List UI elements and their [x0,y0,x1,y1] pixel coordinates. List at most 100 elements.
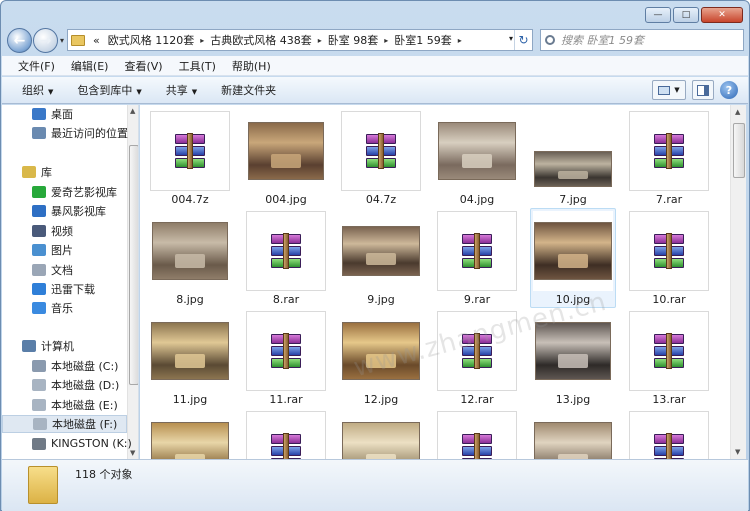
back-button[interactable]: ← [7,28,32,53]
image-file-item[interactable]: 7.jpg [532,111,614,209]
file-thumbnail [629,111,709,191]
new-folder-button[interactable]: 新建文件夹 [221,82,276,98]
breadcrumb-overflow[interactable]: « [89,34,104,47]
forward-button[interactable]: → [33,28,58,53]
sidebar-header-computer[interactable]: 计算机 [2,337,127,355]
desktop-icon [32,108,46,120]
sidebar-item-library[interactable]: 文档 [2,261,127,279]
navigation-pane: ▲ ▼ 桌面最近访问的位置库爱奇艺影视库 暴风影视库视频 图片文档迅雷下载 音乐计算机… [2,105,139,459]
sidebar-item-library[interactable]: 音乐 [2,299,127,317]
breadcrumb-item[interactable]: 古典欧式风格 438套 [206,32,316,48]
scroll-down-icon[interactable]: ▼ [735,448,740,456]
archive-file-item[interactable]: 9.rar [436,211,518,309]
archive-file-item[interactable] [436,411,518,459]
file-name: 004.jpg [265,193,307,206]
file-name: 9.rar [463,293,491,306]
sidebar-header-libraries[interactable]: 库 [2,163,127,181]
sidebar-item-library[interactable]: 视频 [2,222,127,240]
archive-file-item[interactable]: 11.rar [245,311,327,409]
menu-item[interactable]: 编辑(E) [71,58,109,74]
forward-arrow-icon: → [39,32,52,49]
navigation-scrollbar[interactable]: ▲ ▼ [127,105,138,459]
sidebar-item-library[interactable]: 迅雷下载 [2,280,127,298]
include-in-library-button[interactable]: 包含到库中 ▼ [77,82,141,98]
nav-item-label: 桌面 [51,108,73,121]
file-name: 7.jpg [559,193,587,206]
share-button[interactable]: 共享 ▼ [166,82,197,98]
archive-file-item[interactable]: 004.7z [149,111,231,209]
minimize-button[interactable]: — [645,7,671,23]
thunder-icon [32,283,46,295]
folder-icon [28,466,58,504]
scrollbar-thumb[interactable] [733,123,745,178]
image-file-item[interactable] [149,411,231,459]
music-icon [32,302,46,315]
breadcrumb-separator-icon[interactable]: ▸ [316,36,324,45]
menu-item[interactable]: 工具(T) [179,58,216,74]
breadcrumb-separator-icon[interactable]: ▸ [198,36,206,45]
nav-item-label: 文档 [51,263,73,277]
refresh-button[interactable]: ↻ [514,30,532,50]
scroll-down-icon[interactable]: ▼ [130,449,135,457]
organize-button[interactable]: 组织 ▼ [22,82,53,98]
search-input[interactable]: 搜索 卧室1 59套 [561,32,644,48]
help-button[interactable]: ? [720,81,738,99]
archive-file-item[interactable] [245,411,327,459]
file-thumbnail [341,111,421,191]
recent-pages-dropdown[interactable]: ▾ [60,36,64,45]
archive-file-item[interactable] [628,411,710,459]
address-dropdown-icon[interactable]: ▾ [509,34,513,43]
bed-shape [557,253,589,268]
drive-icon [32,398,46,411]
sidebar-item-drive[interactable]: KINGSTON (K:) [2,435,132,453]
archive-file-item[interactable]: 7.rar [628,111,710,209]
menu-item[interactable]: 查看(V) [124,58,162,74]
search-box[interactable]: 搜索 卧室1 59套 [540,29,744,51]
image-file-item[interactable]: 11.jpg [149,311,231,409]
file-name: 10.jpg [555,293,591,306]
menu-item[interactable]: 帮助(H) [232,58,271,74]
breadcrumb-item[interactable]: 欧式风格 1120套 [104,32,199,48]
address-bar[interactable]: « 欧式风格 1120套 ▸ 古典欧式风格 438套 ▸ 卧室 98套 ▸ 卧室1 59套 ▸… [67,29,533,51]
image-file-item[interactable]: 04.jpg [436,111,518,209]
close-button[interactable]: ✕ [701,7,743,23]
scroll-up-icon[interactable]: ▲ [735,108,740,116]
image-file-item[interactable]: 004.jpg [245,111,327,209]
image-file-item[interactable]: 12.jpg [340,311,422,409]
image-file-item[interactable]: 8.jpg [149,211,231,309]
menu-item[interactable]: 文件(F) [18,58,55,74]
sidebar-item-drive[interactable]: 本地磁盘 (F:) [2,415,127,434]
sidebar-item-drive[interactable]: 本地磁盘 (D:) [2,376,127,394]
breadcrumb-separator-icon[interactable]: ▸ [382,36,390,45]
nav-item-label: KINGSTON (K:) [51,437,132,451]
archive-file-item[interactable]: 13.rar [628,311,710,409]
scroll-up-icon[interactable]: ▲ [130,107,135,115]
sidebar-item-library[interactable]: 爱奇艺影视库 [2,183,127,201]
image-file-item[interactable]: 9.jpg [340,211,422,309]
item-count: 118 个对象 [75,468,133,481]
archive-file-item[interactable]: 8.rar [245,211,327,309]
image-file-item[interactable] [340,411,422,459]
scrollbar-thumb[interactable] [129,145,138,385]
image-file-item[interactable]: 13.jpg [532,311,614,409]
sidebar-item-favorite[interactable]: 桌面 [2,105,127,123]
preview-pane-button[interactable] [692,80,714,100]
breadcrumb-item[interactable]: 卧室 98套 [324,32,383,48]
archive-file-item[interactable]: 10.rar [628,211,710,309]
sidebar-item-drive[interactable]: 本地磁盘 (C:) [2,357,127,375]
sidebar-item-library[interactable]: 暴风影视库 [2,202,127,220]
maximize-button[interactable]: □ [673,7,699,23]
sidebar-item-drive[interactable]: 本地磁盘 (E:) [2,396,127,414]
sidebar-item-library[interactable]: 图片 [2,241,127,259]
breadcrumb-item[interactable]: 卧室1 59套 [390,32,456,48]
archive-file-item[interactable]: 12.rar [436,311,518,409]
image-file-item[interactable] [532,411,614,459]
file-list-scrollbar[interactable]: ▲ ▼ [730,105,746,459]
sidebar-item-favorite[interactable]: 最近访问的位置 [2,124,128,142]
file-thumbnail [533,411,613,459]
breadcrumb-separator-icon[interactable]: ▸ [456,36,464,45]
archive-file-item[interactable]: 04.7z [340,111,422,209]
bed-shape [175,253,205,268]
change-view-button[interactable]: ▼ [652,80,686,100]
image-file-item[interactable]: 10.jpg [530,208,616,309]
